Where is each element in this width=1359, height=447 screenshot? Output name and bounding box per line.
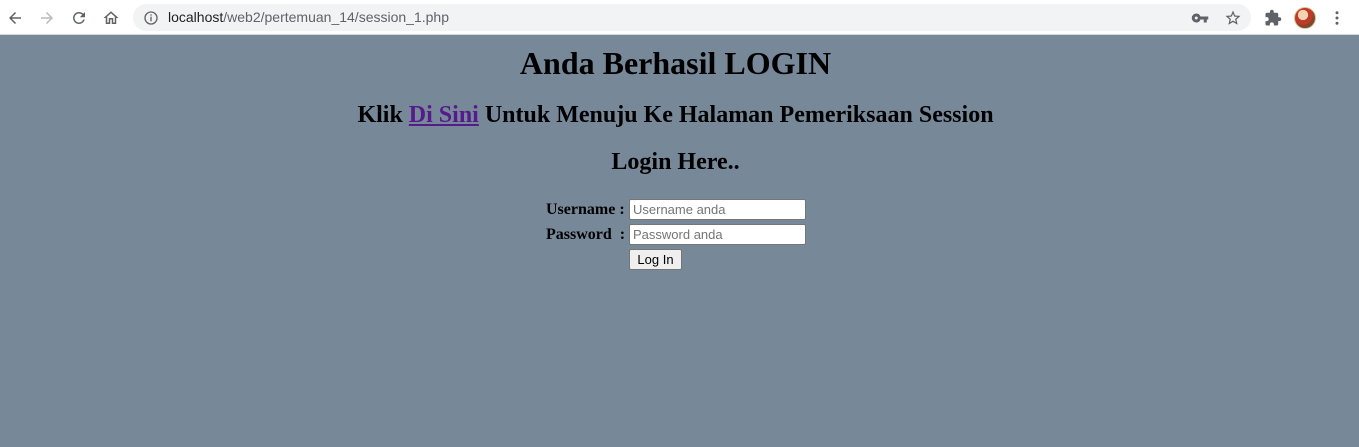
browser-toolbar: localhost/web2/pertemuan_14/session_1.ph… bbox=[0, 0, 1359, 35]
star-icon[interactable] bbox=[1223, 8, 1243, 28]
session-link-heading: Klik Di Sini Untuk Menuju Ke Halaman Pem… bbox=[0, 101, 1351, 129]
url-host: localhost bbox=[168, 9, 224, 25]
url-path: /web2/pertemuan_14/session_1.php bbox=[223, 9, 449, 25]
forward-button[interactable] bbox=[34, 5, 60, 31]
avatar bbox=[1294, 7, 1316, 29]
arrow-right-icon bbox=[41, 12, 53, 24]
page-title: Anda Berhasil LOGIN bbox=[519, 45, 832, 81]
login-heading: Login Here.. bbox=[611, 149, 740, 175]
puzzle-icon bbox=[1265, 9, 1282, 26]
reload-button[interactable] bbox=[66, 5, 92, 31]
address-bar[interactable]: localhost/web2/pertemuan_14/session_1.ph… bbox=[133, 4, 1251, 31]
url-text[interactable]: localhost/web2/pertemuan_14/session_1.ph… bbox=[168, 9, 449, 26]
kebab-menu-icon bbox=[1335, 11, 1339, 25]
profile-button[interactable] bbox=[1293, 6, 1317, 30]
password-input[interactable] bbox=[629, 224, 806, 245]
di-sini-link[interactable]: Di Sini bbox=[409, 102, 479, 128]
home-icon bbox=[103, 11, 119, 24]
key-icon[interactable] bbox=[1190, 8, 1210, 28]
password-label: Password : bbox=[546, 226, 626, 243]
browser-menu-button[interactable] bbox=[1325, 6, 1349, 30]
extensions-button[interactable] bbox=[1261, 6, 1285, 30]
page-content: Anda Berhasil LOGIN Klik Di Sini Untuk M… bbox=[0, 36, 1359, 447]
reload-icon bbox=[72, 11, 85, 24]
arrow-left-icon bbox=[9, 12, 21, 24]
info-icon[interactable] bbox=[142, 9, 159, 26]
home-button[interactable] bbox=[98, 5, 124, 31]
username-label: Username : bbox=[546, 201, 625, 218]
link-suffix: Untuk Menuju Ke Halaman Pemeriksaan Sess… bbox=[478, 102, 994, 128]
username-input[interactable] bbox=[629, 199, 806, 220]
back-button[interactable] bbox=[2, 5, 28, 31]
login-button[interactable]: Log In bbox=[629, 249, 682, 270]
link-prefix: Klik bbox=[357, 102, 409, 128]
